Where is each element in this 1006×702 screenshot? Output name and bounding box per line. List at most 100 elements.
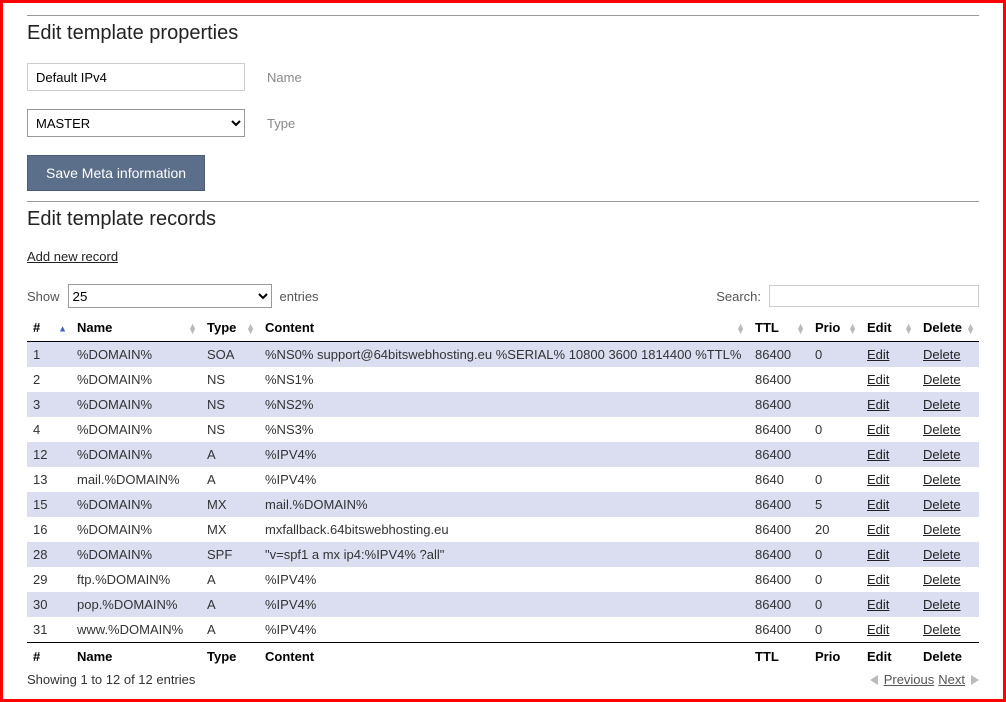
section-title-records: Edit template records <box>27 208 979 231</box>
col-header-content[interactable]: Content ▲▼ <box>259 316 749 342</box>
cell-delete-link[interactable]: Delete <box>923 597 961 612</box>
cell-edit-link[interactable]: Edit <box>867 572 889 587</box>
search-label: Search: <box>716 289 761 304</box>
cell-ttl: 86400 <box>749 367 809 392</box>
search-input[interactable] <box>769 285 979 307</box>
cell-delete: Delete <box>917 567 979 592</box>
cell-delete-link[interactable]: Delete <box>923 522 961 537</box>
cell-edit: Edit <box>861 592 917 617</box>
cell-prio: 0 <box>809 617 861 643</box>
col-header-delete[interactable]: Delete ▲▼ <box>917 316 979 342</box>
cell-edit-link[interactable]: Edit <box>867 622 889 637</box>
cell-edit-link[interactable]: Edit <box>867 472 889 487</box>
col-footer-prio: Prio <box>809 643 861 669</box>
table-row: 4%DOMAIN%NS%NS3%864000EditDelete <box>27 417 979 442</box>
cell-delete: Delete <box>917 617 979 643</box>
cell-edit: Edit <box>861 542 917 567</box>
col-header-prio[interactable]: Prio ▲▼ <box>809 316 861 342</box>
cell-edit-link[interactable]: Edit <box>867 522 889 537</box>
cell-index: 2 <box>27 367 71 392</box>
entries-label: entries <box>280 289 319 304</box>
cell-type: A <box>201 567 259 592</box>
next-icon <box>969 675 979 685</box>
cell-edit-link[interactable]: Edit <box>867 447 889 462</box>
cell-delete-link[interactable]: Delete <box>923 547 961 562</box>
cell-type: SPF <box>201 542 259 567</box>
cell-content: %IPV4% <box>259 567 749 592</box>
cell-delete: Delete <box>917 417 979 442</box>
cell-delete-link[interactable]: Delete <box>923 497 961 512</box>
table-row: 29ftp.%DOMAIN%A%IPV4%864000EditDelete <box>27 567 979 592</box>
table-row: 31www.%DOMAIN%A%IPV4%864000EditDelete <box>27 617 979 643</box>
cell-index: 29 <box>27 567 71 592</box>
cell-delete-link[interactable]: Delete <box>923 347 961 362</box>
cell-edit: Edit <box>861 392 917 417</box>
cell-delete: Delete <box>917 442 979 467</box>
datatable-toolbar: Show 102550100 entries Search: <box>27 284 979 308</box>
cell-prio <box>809 392 861 417</box>
cell-edit-link[interactable]: Edit <box>867 497 889 512</box>
datatable-paginate: Previous Next <box>870 672 979 687</box>
cell-index: 13 <box>27 467 71 492</box>
cell-prio <box>809 442 861 467</box>
cell-content: %NS1% <box>259 367 749 392</box>
cell-delete: Delete <box>917 517 979 542</box>
datatable-info: Showing 1 to 12 of 12 entries <box>27 672 195 687</box>
col-header-edit[interactable]: Edit ▲▼ <box>861 316 917 342</box>
add-record-link[interactable]: Add new record <box>27 249 118 264</box>
cell-ttl: 86400 <box>749 342 809 368</box>
section-title-properties: Edit template properties <box>27 22 979 45</box>
cell-index: 4 <box>27 417 71 442</box>
save-meta-button[interactable]: Save Meta information <box>27 155 205 191</box>
cell-index: 1 <box>27 342 71 368</box>
cell-delete-link[interactable]: Delete <box>923 447 961 462</box>
cell-type: MX <box>201 517 259 542</box>
cell-delete-link[interactable]: Delete <box>923 622 961 637</box>
sort-icon: ▲▼ <box>736 324 745 334</box>
cell-edit-link[interactable]: Edit <box>867 397 889 412</box>
cell-delete: Delete <box>917 367 979 392</box>
col-header-name[interactable]: Name ▲▼ <box>71 316 201 342</box>
col-header-ttl[interactable]: TTL ▲▼ <box>749 316 809 342</box>
template-name-input[interactable] <box>27 63 245 91</box>
cell-name: %DOMAIN% <box>71 417 201 442</box>
cell-type: NS <box>201 417 259 442</box>
cell-type: A <box>201 467 259 492</box>
cell-type: A <box>201 442 259 467</box>
cell-edit: Edit <box>861 442 917 467</box>
cell-index: 12 <box>27 442 71 467</box>
template-type-select[interactable]: MASTERSLAVE <box>27 109 245 137</box>
cell-delete-link[interactable]: Delete <box>923 422 961 437</box>
col-header-type[interactable]: Type ▲▼ <box>201 316 259 342</box>
table-row: 28%DOMAIN%SPF"v=spf1 a mx ip4:%IPV4% ?al… <box>27 542 979 567</box>
cell-ttl: 86400 <box>749 442 809 467</box>
prev-icon <box>870 675 880 685</box>
next-page-link[interactable]: Next <box>938 672 965 687</box>
cell-edit-link[interactable]: Edit <box>867 597 889 612</box>
divider <box>27 15 979 16</box>
cell-edit-link[interactable]: Edit <box>867 372 889 387</box>
table-foot-row: # Name Type Content TTL Prio Edit Delete <box>27 643 979 669</box>
cell-delete-link[interactable]: Delete <box>923 397 961 412</box>
cell-edit: Edit <box>861 342 917 368</box>
page-length-select[interactable]: 102550100 <box>68 284 272 308</box>
cell-delete-link[interactable]: Delete <box>923 572 961 587</box>
cell-delete-link[interactable]: Delete <box>923 472 961 487</box>
prev-page-link[interactable]: Previous <box>884 672 935 687</box>
cell-type: NS <box>201 367 259 392</box>
cell-delete-link[interactable]: Delete <box>923 372 961 387</box>
cell-delete: Delete <box>917 592 979 617</box>
table-row: 30pop.%DOMAIN%A%IPV4%864000EditDelete <box>27 592 979 617</box>
cell-ttl: 86400 <box>749 567 809 592</box>
cell-content: %IPV4% <box>259 592 749 617</box>
col-header-index[interactable]: # ▲ <box>27 316 71 342</box>
cell-prio: 0 <box>809 417 861 442</box>
cell-ttl: 86400 <box>749 517 809 542</box>
cell-type: SOA <box>201 342 259 368</box>
cell-edit-link[interactable]: Edit <box>867 422 889 437</box>
cell-edit-link[interactable]: Edit <box>867 547 889 562</box>
col-footer-delete: Delete <box>917 643 979 669</box>
cell-prio: 0 <box>809 542 861 567</box>
cell-edit-link[interactable]: Edit <box>867 347 889 362</box>
cell-type: MX <box>201 492 259 517</box>
